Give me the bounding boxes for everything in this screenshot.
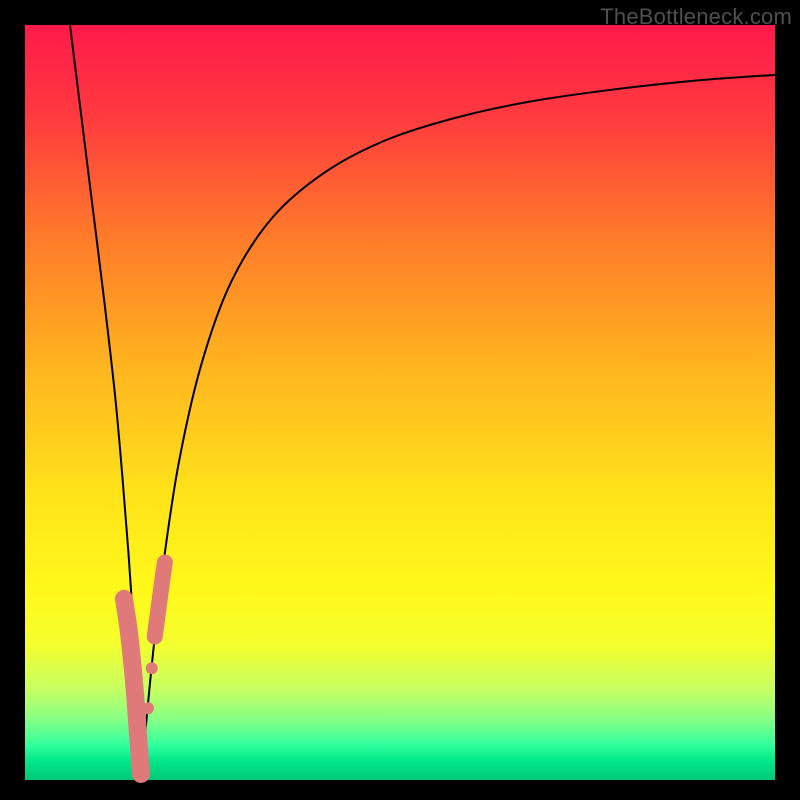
watermark-text: TheBottleneck.com [600, 4, 792, 30]
bottleneck-chart [0, 0, 800, 800]
marker-dot [146, 662, 158, 674]
marker-dot [142, 702, 154, 714]
marker-stroke-marker-stroke-right [155, 563, 165, 637]
chart-frame: TheBottleneck.com [0, 0, 800, 800]
